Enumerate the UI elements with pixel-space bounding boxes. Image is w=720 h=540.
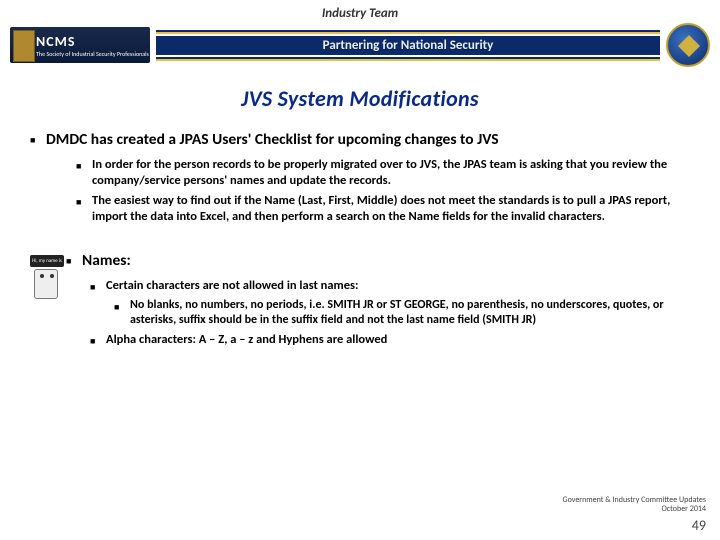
bullet-jpas-report: The easiest way to find out if the Name …: [76, 193, 690, 224]
ncms-logo-subtext: The Society of Industrial Security Profe…: [36, 50, 150, 58]
bullet-no-blanks: No blanks, no numbers, no periods, i.e. …: [114, 298, 690, 328]
content-area: DMDC has created a JPAS Users' Checklist…: [0, 112, 720, 353]
footer-line2: October 2014: [563, 505, 706, 514]
header-industry-team: Industry Team: [0, 0, 720, 21]
nametag-mascot-icon: Hi, my name is: [30, 255, 64, 303]
banner: Partnering for National Security: [156, 28, 660, 63]
banner-text: Partnering for National Security: [156, 36, 660, 55]
mascot-bubble: Hi, my name is: [30, 255, 64, 267]
mascot-body: [34, 269, 58, 299]
footer-text: Government & Industry Committee Updates …: [563, 496, 706, 514]
bullet-names: Names:: [66, 251, 690, 270]
banner-line-bottom: [156, 57, 660, 61]
header-row: NCMS The Society of Industrial Security …: [0, 21, 720, 67]
bullet-disallowed-chars: Certain characters are not allowed in la…: [90, 278, 690, 294]
bullet-migration-review: In order for the person records to be pr…: [76, 157, 690, 188]
bullet-dmdc-checklist: DMDC has created a JPAS Users' Checklist…: [30, 130, 690, 149]
names-section: Hi, my name is Names: Certain characters…: [30, 251, 690, 353]
banner-line-top: [156, 30, 660, 34]
bullet-alpha-allowed: Alpha characters: A – Z, a – z and Hyphe…: [90, 332, 690, 348]
ncms-logo: NCMS The Society of Industrial Security …: [10, 27, 150, 63]
ncms-logo-text: NCMS: [36, 33, 150, 50]
slide-title: JVS System Modifications: [0, 85, 720, 112]
seal-icon: [666, 23, 710, 67]
page-number: 49: [692, 517, 706, 534]
